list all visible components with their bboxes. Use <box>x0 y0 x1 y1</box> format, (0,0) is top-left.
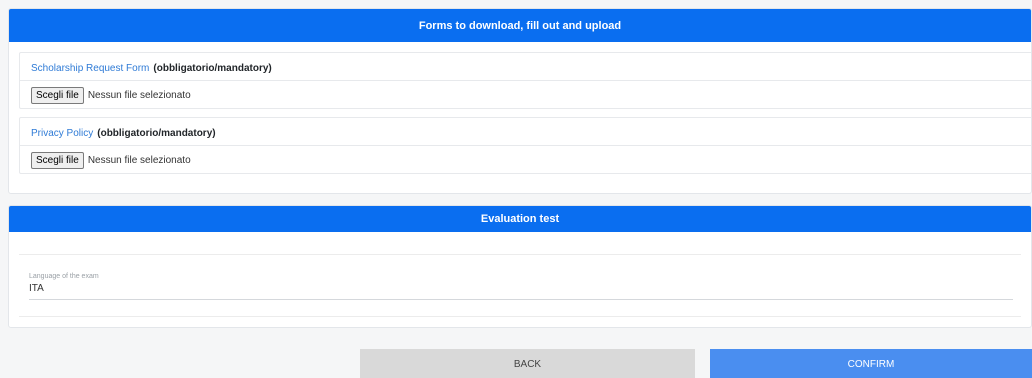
upload-box-scholarship: Scholarship Request Form (obbligatorio/ma… <box>19 52 1031 109</box>
upload-title: Scholarship Request Form (obbligatorio/ma… <box>31 63 272 74</box>
divider <box>19 316 1021 317</box>
forms-card-header: Forms to download, fill out and upload <box>9 9 1031 42</box>
divider <box>20 80 1031 81</box>
choose-file-button[interactable]: Scegli file <box>31 87 84 104</box>
confirm-button[interactable]: CONFIRM <box>710 349 1032 378</box>
file-input-scholarship[interactable]: Scegli file Nessun file selezionato <box>31 87 191 104</box>
upload-title: Privacy Policy (obbligatorio/mandatory) <box>31 128 216 139</box>
evaluation-card-header: Evaluation test <box>9 206 1031 232</box>
divider <box>19 254 1021 255</box>
back-button[interactable]: BACK <box>360 349 695 378</box>
page: Forms to download, fill out and upload S… <box>0 0 1032 378</box>
exam-language-field[interactable]: Language of the exam ITA <box>29 273 1013 300</box>
choose-file-button[interactable]: Scegli file <box>31 152 84 169</box>
file-status-text: Nessun file selezionato <box>87 155 191 166</box>
file-input-privacy[interactable]: Scegli file Nessun file selezionato <box>31 152 191 169</box>
evaluation-card: Evaluation test Language of the exam ITA <box>8 205 1032 328</box>
exam-language-label: Language of the exam <box>29 273 99 280</box>
exam-language-value[interactable]: ITA <box>29 283 1013 294</box>
scholarship-form-link[interactable]: Scholarship Request Form <box>31 63 149 74</box>
required-label: (obbligatorio/mandatory) <box>97 128 216 139</box>
privacy-policy-link[interactable]: Privacy Policy <box>31 128 93 139</box>
file-status-text: Nessun file selezionato <box>87 90 191 101</box>
forms-card: Forms to download, fill out and upload S… <box>8 8 1032 194</box>
divider <box>20 145 1031 146</box>
required-label: (obbligatorio/mandatory) <box>153 63 272 74</box>
field-underline <box>29 299 1013 300</box>
upload-box-privacy: Privacy Policy (obbligatorio/mandatory) S… <box>19 117 1031 174</box>
